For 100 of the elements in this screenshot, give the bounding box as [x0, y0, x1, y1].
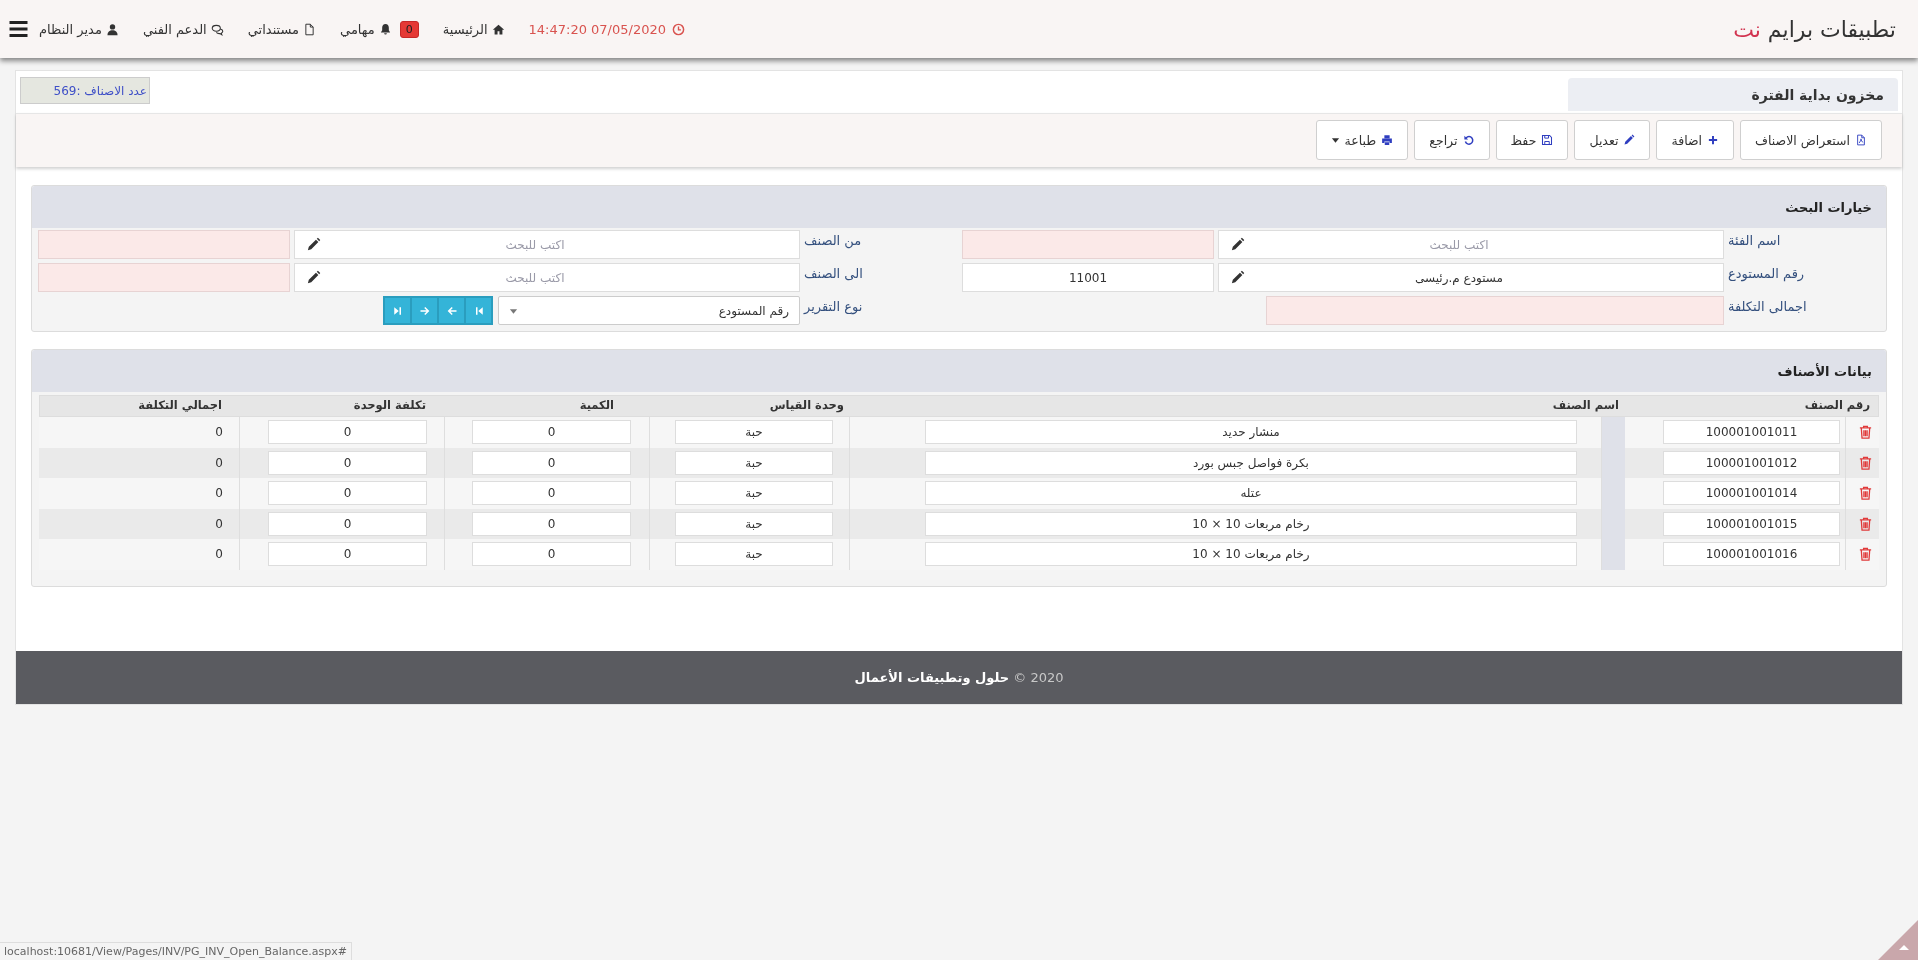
item-number-field[interactable]: 100001001014 — [1663, 481, 1840, 506]
last-page-button[interactable] — [384, 297, 411, 324]
pencil-icon — [1623, 134, 1636, 146]
panel-title: بيانات الأصناف — [1777, 363, 1872, 379]
total-cost-cell-text: 0 — [215, 547, 224, 562]
status-url: localhost:10681/View/Pages/INV/PG_INV_Open_Balance.aspx# — [4, 945, 347, 958]
caret-icon — [1330, 136, 1340, 144]
quantity-field[interactable]: 0 — [472, 542, 631, 567]
unit-cost-field[interactable]: 0 — [268, 511, 427, 536]
field-label: نوع التقرير — [804, 298, 864, 317]
column-header: تكلفة الوحدة — [352, 397, 427, 415]
quantity-field[interactable]: 0 — [472, 511, 631, 536]
next-page-button[interactable] — [411, 297, 438, 324]
unit-cost-field[interactable]: 0 — [268, 542, 427, 567]
clock-icon — [672, 22, 685, 36]
trash-icon — [1858, 424, 1873, 441]
unit-cost-field[interactable]: 0 — [268, 420, 427, 445]
code-field[interactable] — [962, 230, 1214, 259]
unit-cost-field[interactable]: 0 — [268, 450, 427, 475]
user-icon — [105, 22, 119, 36]
field-label: من الصنف — [804, 232, 863, 251]
lookup-field[interactable]: اكتب للبحث — [294, 230, 800, 259]
toolbar-button[interactable]: اضافة — [1656, 120, 1735, 160]
toolbar-button[interactable]: حفظ — [1495, 120, 1569, 160]
panel-title: خيارات البحث — [1785, 199, 1872, 215]
unit-field[interactable]: حبة — [675, 542, 833, 567]
field-label: اسم الفئة — [1728, 232, 1782, 251]
file-icon — [303, 22, 317, 36]
code-field[interactable]: 11001 — [962, 263, 1214, 292]
field-label: رقم المستودع — [1728, 265, 1806, 284]
total-cost-cell-text: 0 — [215, 486, 224, 501]
item-number-field[interactable]: 100001001012 — [1663, 450, 1840, 475]
bell-icon — [378, 22, 392, 36]
quantity-field[interactable]: 0 — [472, 450, 631, 475]
report-type-select[interactable]: رقم المستودع — [498, 296, 800, 325]
nav-link[interactable]: مستنداتي — [247, 21, 317, 37]
nav-link[interactable]: الرئيسية — [442, 21, 505, 37]
column-header: اسم الصنف — [1551, 397, 1620, 414]
previous-page-button[interactable] — [438, 297, 465, 324]
lookup-field[interactable]: اكتب للبحث — [294, 263, 800, 292]
item-name-field[interactable]: رخام مربعات 10 × 10 — [925, 542, 1577, 567]
item-count: عدد الاصناف :569 — [20, 77, 150, 104]
toolbar-button[interactable]: تراجع — [1414, 120, 1490, 160]
last-page-icon — [391, 304, 404, 317]
nav-link[interactable]: مدير النظام — [39, 21, 119, 37]
floppy-disk-icon — [1541, 134, 1554, 146]
home-icon — [491, 22, 505, 36]
menu-icon — [8, 20, 29, 38]
next-page-icon — [418, 304, 431, 317]
caret-icon — [509, 306, 518, 315]
chat-icon — [210, 22, 224, 36]
item-number-field[interactable]: 100001001015 — [1663, 511, 1840, 536]
column-header: رقم الصنف — [1803, 397, 1871, 414]
app-title: تطبيقات برايم نت — [1733, 16, 1896, 42]
pencil-icon — [1230, 237, 1245, 252]
unit-cost-field[interactable]: 0 — [268, 481, 427, 506]
lookup-field[interactable]: مستودع م.رئيسى — [1218, 263, 1724, 292]
toolbar-button[interactable]: طباعة — [1315, 120, 1409, 160]
trash-icon — [1858, 546, 1873, 563]
quantity-field[interactable]: 0 — [472, 481, 631, 506]
first-page-button[interactable] — [465, 297, 492, 324]
item-name-field[interactable]: منشار حديد — [925, 420, 1577, 445]
total-cost-cell-text: 0 — [215, 425, 224, 440]
unit-field[interactable]: حبة — [675, 481, 833, 506]
trash-icon — [1858, 515, 1873, 532]
toolbar-button[interactable]: استعراض الاصناف — [1740, 120, 1882, 160]
column-header: وحدة القياس — [768, 397, 845, 415]
column-header: الكمية — [578, 397, 615, 414]
item-name-field[interactable]: رخام مربعات 10 × 10 — [925, 511, 1577, 536]
pencil-icon — [306, 237, 321, 252]
unit-field[interactable]: حبة — [675, 450, 833, 475]
toolbar-button[interactable]: تعديل — [1574, 120, 1651, 160]
file-icon — [1855, 134, 1867, 146]
field-label: الى الصنف — [804, 265, 864, 283]
item-name-field[interactable]: بكرة فواصل جبس بورد — [925, 450, 1577, 475]
code-field[interactable] — [38, 230, 290, 259]
trash-icon — [1858, 485, 1873, 502]
nav-link[interactable]: الدعم الفني — [142, 21, 224, 37]
quantity-field[interactable]: 0 — [472, 420, 631, 445]
total-cost-cell-text: 0 — [215, 455, 224, 470]
date-time: 14:47:20 07/05/2020 — [528, 21, 666, 37]
pencil-icon — [306, 270, 321, 285]
lookup-field[interactable]: اكتب للبحث — [1218, 230, 1724, 259]
pencil-icon — [1230, 270, 1245, 285]
undo-icon — [1462, 134, 1475, 146]
notification-badge: 0 — [399, 20, 419, 38]
unit-field[interactable]: حبة — [675, 511, 833, 536]
plus-icon — [1707, 134, 1720, 146]
previous-page-icon — [445, 304, 458, 317]
page-title-tab[interactable]: مخزون بداية الفترة — [1568, 78, 1898, 111]
field-label: اجمالى التكلفة — [1728, 298, 1808, 316]
item-number-field[interactable]: 100001001011 — [1663, 420, 1840, 445]
unit-field[interactable]: حبة — [675, 420, 833, 445]
printer-icon — [1381, 134, 1394, 146]
trash-icon — [1858, 454, 1873, 471]
item-number-field[interactable]: 100001001016 — [1663, 542, 1840, 567]
item-name-field[interactable]: عتله — [925, 481, 1577, 506]
code-field[interactable] — [38, 263, 290, 292]
total-cost-cell-text: 0 — [215, 516, 224, 531]
column-header: اجمالي التكلفة — [137, 397, 223, 414]
